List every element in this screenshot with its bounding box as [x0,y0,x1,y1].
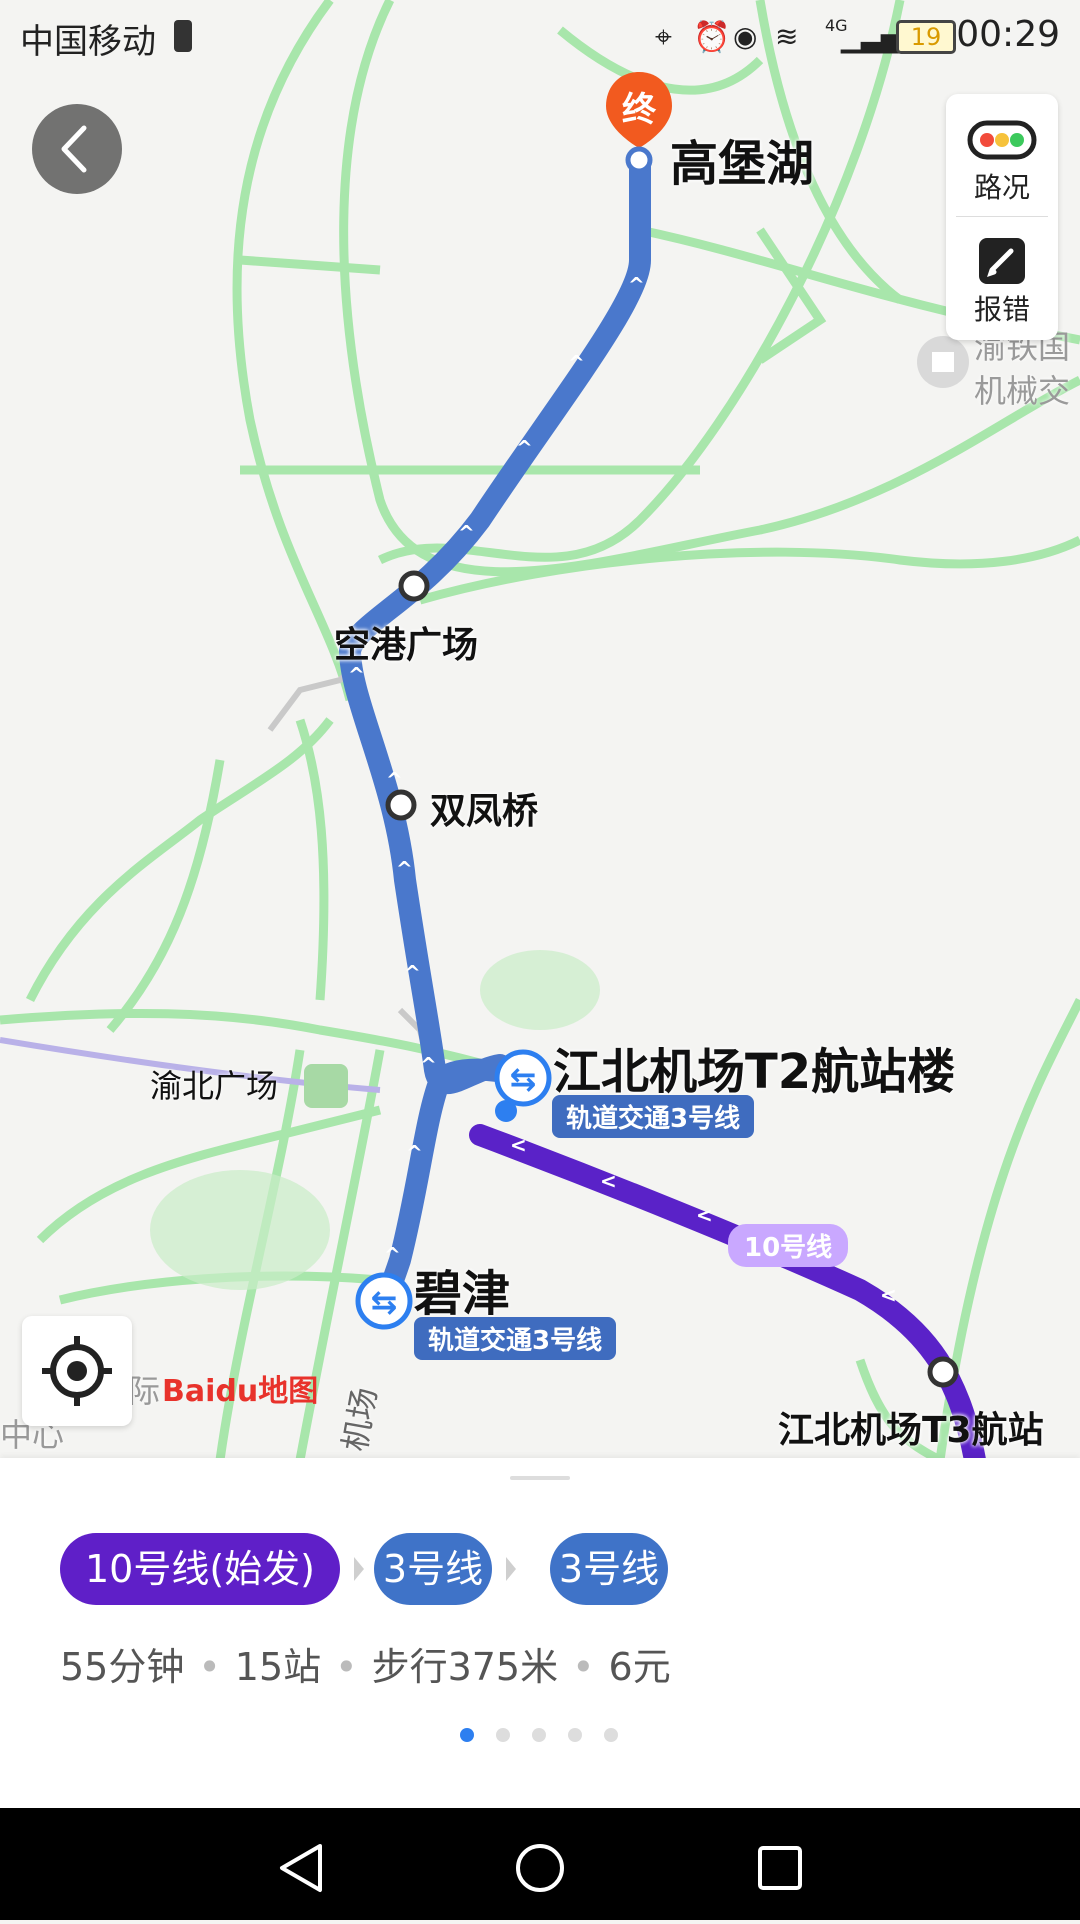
status-bar: 中国移动 ⌖ ⏰ ◉ ≋ 4G ▁▃▅ 19 00:29 [0,0,1080,74]
crosshair-icon [42,1336,112,1406]
separator-dot: • [335,1645,358,1689]
route-duration: 55分钟 [60,1645,185,1689]
chevron-right-icon [354,1557,364,1581]
destination-marker: 终 [602,68,676,172]
svg-text:^: ^ [404,961,421,985]
system-navigation-bar [0,1808,1080,1920]
svg-text:^: ^ [420,1053,437,1077]
separator-dot: • [198,1645,221,1689]
transfer-line-chip-t2: 轨道交通3号线 [552,1095,755,1138]
carrier-name: 中国移动 [20,22,156,62]
route-chip-line10: 10号线(始发) [60,1533,340,1605]
svg-text:^: ^ [396,857,413,881]
svg-text:<: < [600,1169,617,1193]
svg-text:<: < [880,1283,897,1307]
route-station-count: 15站 [234,1645,322,1689]
page-dot[interactable] [532,1728,546,1742]
route-walking-distance: 步行375米 [371,1645,559,1689]
transfer-stop-label-t2: 江北机场T2航站楼 [553,1044,956,1100]
svg-text:^: ^ [384,1243,401,1267]
separator-dot: • [572,1645,595,1689]
route-summary: 55分钟 • 15站 • 步行375米 • 6元 [60,1636,671,1691]
line10-map-chip: 10号线 [728,1224,849,1267]
svg-text:⇆: ⇆ [371,1283,398,1321]
poi-icon [917,336,969,388]
svg-text:^: ^ [406,1141,423,1165]
svg-text:⇆: ⇆ [510,1060,537,1098]
svg-text:^: ^ [386,768,403,792]
route-chip-line3-b: 3号线 [550,1533,668,1605]
nearby-station-label: 渝北广场 [150,1067,279,1105]
poi-label: 机械交 [974,372,1071,410]
stop-label-shuangfengqiao: 双凤桥 [430,791,539,832]
page-dot-active[interactable] [460,1728,474,1742]
chevron-left-icon [61,125,87,173]
page-dot[interactable] [568,1728,582,1742]
page-dot[interactable] [604,1728,618,1742]
report-error-label: 报错 [973,293,1030,326]
chevron-right-icon [506,1557,516,1581]
wifi-icon: ≋ [775,20,799,53]
svg-text:<: < [510,1133,527,1157]
status-icons: ⌖ ⏰ ◉ ≋ 4G ▁▃▅ [645,16,901,60]
traffic-button[interactable]: 路况 [946,94,1058,212]
route-map[interactable]: ^ ^ ^ ^ ^ ^ ^ ^ ^ ^ ^ < < < < ⇆ ⇆ 终 高堡湖 … [0,0,1080,1460]
map-tools-panel: 路况 报错 [946,94,1058,340]
clock: 00:29 [956,14,1060,55]
sim-alert-icon [174,20,192,52]
transfer-stop-label-bijin: 碧津 [414,1266,511,1322]
location-icon: ⌖ [655,20,672,55]
route-price: 6元 [608,1645,671,1689]
signal-icon: ▁▃▅ [841,24,901,54]
route-chip-line3-a: 3号线 [374,1533,492,1605]
route-chip-line3-a-label: 3号线 [382,1547,484,1591]
destination-stop-label: 高堡湖 [670,136,815,192]
origin-stop-label: 江北机场T3航站 [778,1410,1044,1451]
route-summary-sheet[interactable]: 10号线(始发) 3号线 3号线 55分钟 • 15站 • 步行375米 • 6元 [0,1458,1080,1808]
route-chip-line10-label: 10号线(始发) [84,1547,315,1591]
map-canvas[interactable]: ^^^ ^^^ ^^^ ^^ <<< < ⇆ ⇆ [0,0,1080,1460]
stop-label-konggang: 空港广场 [334,625,479,666]
traffic-light-icon [967,120,1037,160]
nav-back-icon[interactable] [280,1844,322,1892]
report-error-button[interactable]: 报错 [946,216,1058,334]
sheet-drag-handle[interactable] [510,1476,570,1480]
edit-icon [979,238,1025,284]
traffic-label: 路况 [973,171,1030,204]
page-dot[interactable] [496,1728,510,1742]
svg-text:<: < [696,1203,713,1227]
alarm-icon: ⏰ [693,20,731,55]
back-button[interactable] [32,104,122,194]
destination-marker-text: 终 [622,90,656,130]
locate-me-button[interactable] [22,1316,132,1426]
svg-text:^: ^ [458,521,475,545]
eye-icon: ◉ [733,20,758,53]
transfer-line-chip-bijin: 轨道交通3号线 [414,1317,617,1360]
svg-text:^: ^ [628,273,645,297]
nav-home-icon[interactable] [516,1844,564,1892]
nav-recents-icon[interactable] [758,1846,802,1890]
map-edge-label: 际 [128,1372,161,1410]
svg-text:^: ^ [516,436,533,460]
baidu-map-logo: Baidu地图 [162,1374,319,1409]
battery-level: 19 [896,20,956,54]
station-icon-square [304,1064,348,1108]
svg-text:^: ^ [568,351,585,375]
route-chip-line3-b-label: 3号线 [558,1547,660,1591]
